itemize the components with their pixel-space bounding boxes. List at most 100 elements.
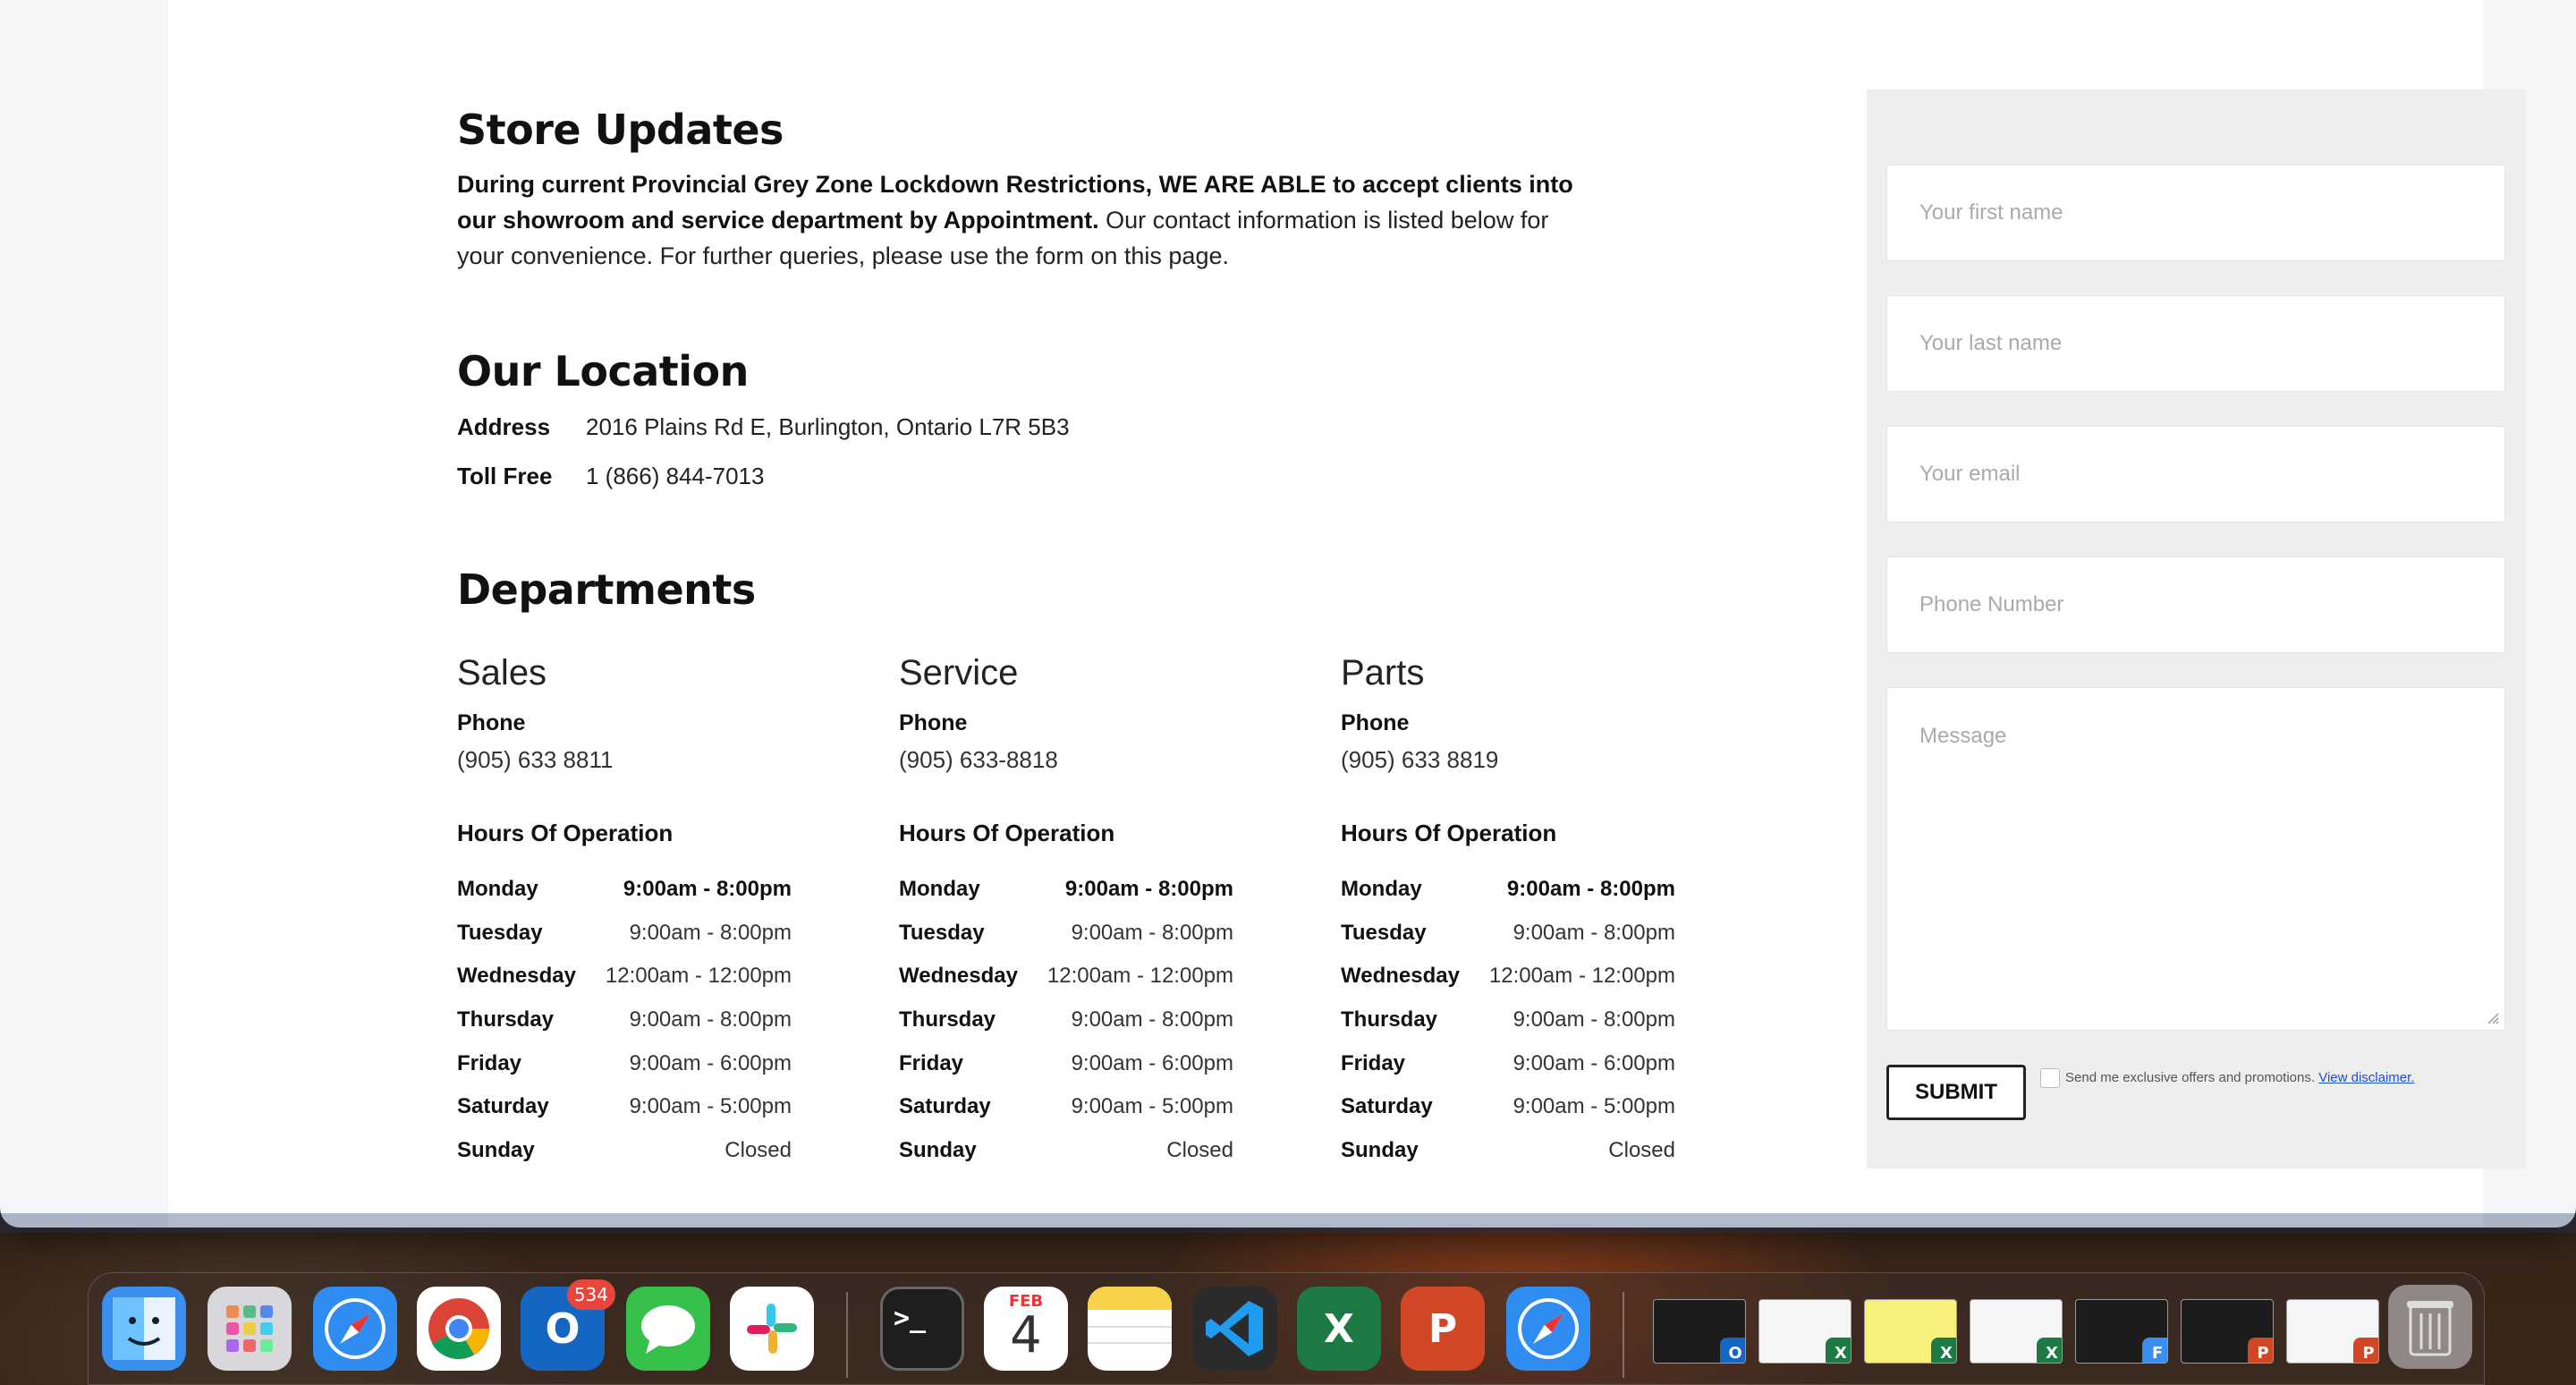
finder-icon: F <box>2142 1338 2167 1363</box>
phone-number-input[interactable]: Phone Number <box>1886 557 2505 653</box>
store-updates-heading: Store Updates <box>457 106 784 154</box>
last-name-input[interactable]: Your last name <box>1886 295 2505 392</box>
hours-time: 9:00am - 6:00pm <box>1513 1050 1675 1075</box>
hours-time: 9:00am - 8:00pm <box>1071 1007 1233 1032</box>
first-name-input[interactable]: Your first name <box>1886 165 2505 261</box>
minimized-window-excel-1[interactable]: X <box>1758 1299 1852 1364</box>
powerpoint-icon: P <box>2353 1338 2378 1363</box>
excel-icon: X <box>2037 1338 2062 1363</box>
view-disclaimer-link[interactable]: View disclaimer. <box>2318 1070 2414 1085</box>
store-updates-paragraph: During current Provincial Grey Zone Lock… <box>457 166 1602 274</box>
editor-status-bar <box>0 1213 2576 1233</box>
email-placeholder: Your email <box>1919 462 2021 486</box>
hours-day: Friday <box>457 1050 522 1075</box>
dock-separator <box>846 1292 848 1378</box>
our-location-heading: Our Location <box>457 347 749 395</box>
powerpoint-icon[interactable]: P <box>1401 1287 1485 1371</box>
hours-day: Monday <box>457 877 538 902</box>
hours-time: Closed <box>724 1137 792 1162</box>
hours-day: Monday <box>1341 877 1422 902</box>
department-phone-number[interactable]: (905) 633-8818 <box>899 746 1058 774</box>
resize-handle-icon[interactable] <box>2487 1012 2499 1024</box>
hours-time: 9:00am - 8:00pm <box>629 920 792 945</box>
contact-form: Your first name Your last name Your emai… <box>1867 89 2526 1168</box>
slack-icon[interactable] <box>730 1287 814 1371</box>
department-phone-number[interactable]: (905) 633 8811 <box>457 746 613 774</box>
hours-time: 9:00am - 8:00pm <box>629 1007 792 1032</box>
hours-day: Monday <box>899 877 980 902</box>
hours-of-operation-heading: Hours Of Operation <box>457 820 674 846</box>
minimized-window-powerpoint-2[interactable]: P <box>2286 1299 2379 1364</box>
minimized-window-outlook[interactable]: O <box>1653 1299 1746 1364</box>
notes-icon[interactable] <box>1088 1287 1172 1371</box>
hours-row: Sunday Closed <box>1341 1129 1675 1173</box>
department-name: Parts <box>1341 653 1425 692</box>
finder-icon[interactable] <box>102 1287 186 1371</box>
hours-row: Wednesday 12:00am - 12:00pm <box>457 955 792 998</box>
hours-day: Sunday <box>1341 1137 1419 1162</box>
notification-badge: 534 <box>566 1279 615 1310</box>
department-parts: Parts Phone (905) 633 8819 Hours Of Operati… <box>1341 653 1699 1162</box>
hours-day: Sunday <box>457 1137 535 1162</box>
message-textarea[interactable]: Message <box>1886 687 2505 1031</box>
hours-row: Monday 9:00am - 8:00pm <box>457 868 792 912</box>
hours-day: Saturday <box>1341 1094 1433 1119</box>
hours-row: Thursday 9:00am - 8:00pm <box>899 998 1233 1042</box>
minimized-window-excel-2[interactable]: X <box>1864 1299 1957 1364</box>
address-row: Address 2016 Plains Rd E, Burlington, Ont… <box>457 413 1070 441</box>
address-value: 2016 Plains Rd E, Burlington, Ontario L7… <box>586 413 1070 440</box>
hours-day: Thursday <box>1341 1007 1438 1032</box>
safari-icon[interactable] <box>313 1287 397 1371</box>
hours-row: Tuesday 9:00am - 8:00pm <box>1341 912 1675 956</box>
browser-window: Store Updates During current Provincial … <box>0 0 2576 1228</box>
submit-button[interactable]: SUBMIT <box>1886 1065 2026 1120</box>
hours-row: Thursday 9:00am - 8:00pm <box>1341 998 1675 1042</box>
hours-day: Thursday <box>899 1007 996 1032</box>
chrome-icon[interactable] <box>417 1287 501 1371</box>
powerpoint-icon: P <box>2248 1338 2273 1363</box>
department-phone-label: Phone <box>899 710 968 735</box>
department-service: Service Phone (905) 633-8818 Hours Of Opera… <box>899 653 1257 1162</box>
minimized-window-powerpoint-1[interactable]: P <box>2181 1299 2274 1364</box>
hours-row: Monday 9:00am - 8:00pm <box>1341 868 1675 912</box>
messages-icon[interactable] <box>626 1287 710 1371</box>
department-phone-number[interactable]: (905) 633 8819 <box>1341 746 1498 774</box>
minimized-window-excel-3[interactable]: X <box>1970 1299 2063 1364</box>
toll-free-row: Toll Free 1 (866) 844-7013 <box>457 463 764 490</box>
hours-day: Tuesday <box>899 920 985 945</box>
hours-row: Sunday Closed <box>457 1129 792 1173</box>
hours-row: Sunday Closed <box>899 1129 1233 1173</box>
calendar-icon[interactable]: FEB 4 <box>984 1287 1068 1371</box>
hours-day: Sunday <box>899 1137 977 1162</box>
hours-table: Monday 9:00am - 8:00pm Tuesday 9:00am - 8:0… <box>1341 868 1675 1172</box>
message-placeholder: Message <box>1919 724 2007 748</box>
hours-row: Wednesday 12:00am - 12:00pm <box>1341 955 1675 998</box>
terminal-icon[interactable]: >_ <box>880 1287 964 1371</box>
excel-icon[interactable]: X <box>1297 1287 1381 1371</box>
trash-icon[interactable] <box>2388 1285 2472 1369</box>
hours-time: 9:00am - 5:00pm <box>1513 1094 1675 1119</box>
hours-row: Friday 9:00am - 6:00pm <box>899 1041 1233 1085</box>
hours-row: Tuesday 9:00am - 8:00pm <box>899 912 1233 956</box>
hours-row: Saturday 9:00am - 5:00pm <box>457 1085 792 1129</box>
hours-time: 9:00am - 6:00pm <box>1071 1050 1233 1075</box>
department-name: Sales <box>457 653 547 692</box>
outlook-icon[interactable]: O 534 <box>521 1279 615 1371</box>
excel-icon: X <box>1826 1338 1851 1363</box>
hours-row: Wednesday 12:00am - 12:00pm <box>899 955 1233 998</box>
hours-of-operation-heading: Hours Of Operation <box>1341 820 1557 846</box>
toll-free-value[interactable]: 1 (866) 844-7013 <box>586 463 764 489</box>
address-label: Address <box>457 413 551 440</box>
launchpad-icon[interactable] <box>208 1287 292 1371</box>
offers-checkbox[interactable] <box>2040 1068 2060 1088</box>
minimized-window-finder[interactable]: F <box>2075 1299 2168 1364</box>
hours-row: Thursday 9:00am - 8:00pm <box>457 998 792 1042</box>
hours-row: Monday 9:00am - 8:00pm <box>899 868 1233 912</box>
vscode-icon[interactable] <box>1193 1287 1277 1371</box>
phone-number-placeholder: Phone Number <box>1919 592 2064 616</box>
hours-time: 9:00am - 8:00pm <box>1513 1007 1675 1032</box>
department-phone-label: Phone <box>457 710 526 735</box>
safari-icon[interactable] <box>1506 1287 1590 1371</box>
hours-time: 9:00am - 8:00pm <box>1071 920 1233 945</box>
email-input[interactable]: Your email <box>1886 426 2505 523</box>
